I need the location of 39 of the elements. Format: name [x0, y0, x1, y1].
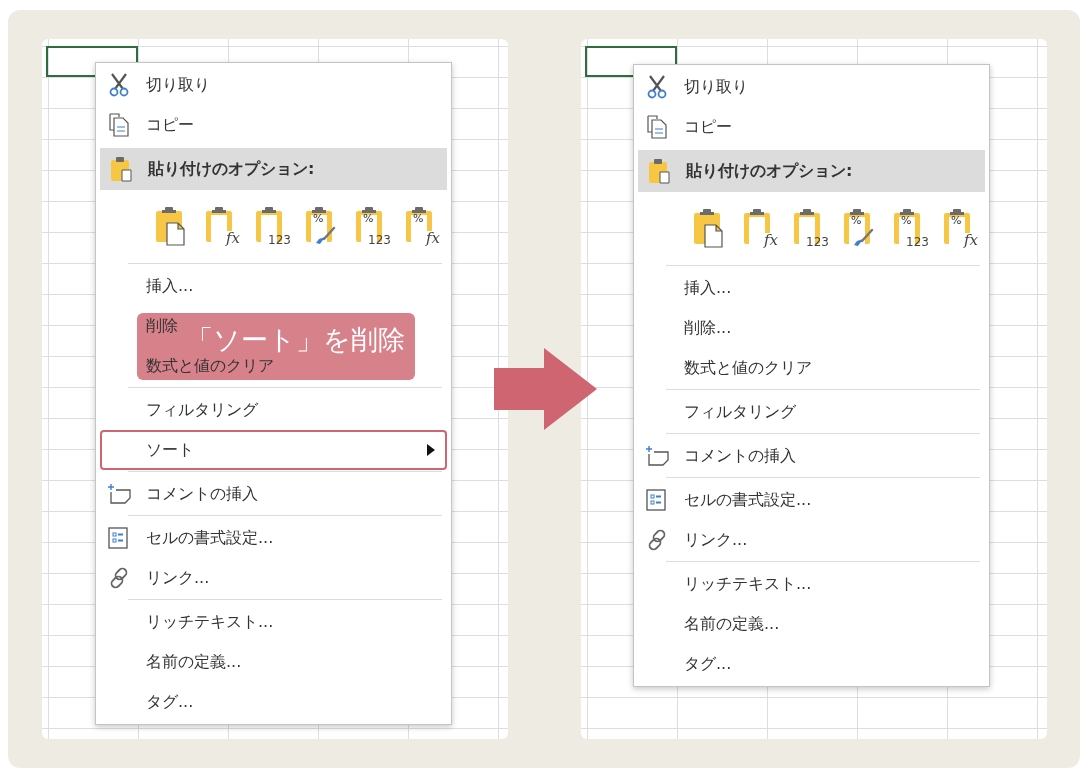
link-icon: [108, 567, 130, 589]
menu-item[interactable]: 名前の定義...: [100, 642, 447, 682]
menu-item[interactable]: リンク...: [638, 520, 985, 560]
clipboard-icon: [110, 156, 134, 182]
menu-item[interactable]: 挿入...: [638, 268, 985, 308]
callout-text: 「ソート」を削除: [186, 326, 405, 353]
cell-format-icon: [108, 527, 128, 549]
menu-item[interactable]: 削除...: [638, 308, 985, 348]
menu-item[interactable]: フィルタリング: [638, 392, 985, 432]
comment-icon: [646, 445, 670, 467]
menu-item[interactable]: コピー: [638, 107, 985, 147]
scissors-icon: [646, 75, 668, 99]
menu-item[interactable]: リンク...: [100, 558, 447, 598]
scissors-icon: [108, 73, 130, 97]
menu-item[interactable]: リッチテキスト...: [100, 602, 447, 642]
menu-item[interactable]: リッチテキスト...: [638, 564, 985, 604]
clipboard-icon: [648, 158, 672, 184]
menu-item[interactable]: セルの書式設定...: [100, 518, 447, 558]
menu-item[interactable]: コピー: [100, 105, 447, 145]
menu-item[interactable]: 数式と値のクリア: [638, 348, 985, 388]
comment-icon: [108, 483, 132, 505]
menu-item[interactable]: 名前の定義...: [638, 604, 985, 644]
copy-icon: [646, 115, 668, 139]
menu-item[interactable]: タグ...: [638, 644, 985, 684]
menu-item[interactable]: ソート: [100, 430, 447, 470]
menu-item[interactable]: コメントの挿入: [100, 474, 447, 514]
link-icon: [646, 529, 668, 551]
cell-format-icon: [646, 489, 666, 511]
copy-icon: [108, 113, 130, 137]
menu-item[interactable]: フィルタリング: [100, 390, 447, 430]
menu-item[interactable]: 挿入...: [100, 266, 447, 306]
arrow-icon: [494, 348, 597, 430]
header-label: 貼り付けのオプション:: [686, 160, 853, 182]
menu-item[interactable]: コメントの挿入: [638, 436, 985, 476]
menu-item[interactable]: 切り取り: [638, 67, 985, 107]
header-label: 貼り付けのオプション:: [148, 158, 315, 180]
menu-item[interactable]: タグ...: [100, 682, 447, 722]
menu-item[interactable]: 切り取り: [100, 65, 447, 105]
menu-item[interactable]: セルの書式設定...: [638, 480, 985, 520]
